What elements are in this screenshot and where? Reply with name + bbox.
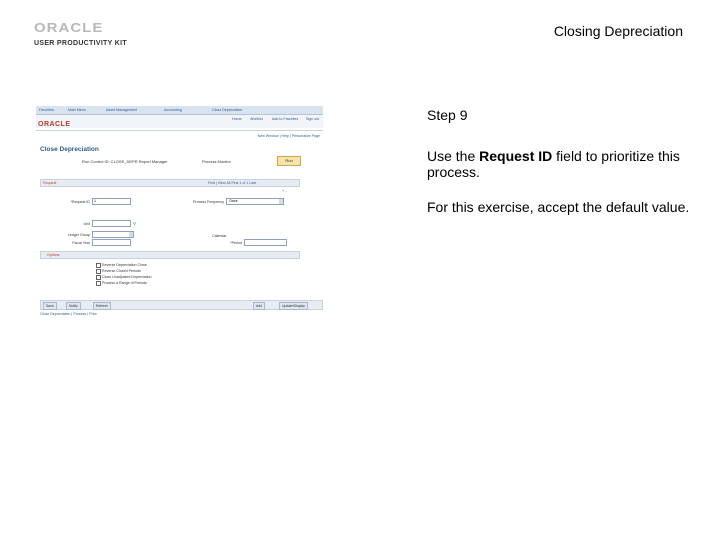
run-control-line: Run Control ID: CLOSE_DEPR Report Manage… — [82, 159, 168, 164]
close-unadjusted-checkbox[interactable] — [96, 275, 101, 280]
process-frequency-select[interactable]: Once — [226, 198, 284, 205]
close-unadjusted-label: Close Unadjusted Depreciation — [102, 275, 152, 279]
reverse-closed-periods-checkbox[interactable] — [96, 269, 101, 274]
nav-item-accounting[interactable]: Accounting — [164, 108, 182, 112]
run-button[interactable]: Run — [277, 156, 301, 166]
period-field[interactable] — [244, 239, 287, 246]
refresh-button[interactable]: Refresh — [93, 302, 111, 310]
range-of-periods-checkbox[interactable] — [96, 281, 101, 286]
calendar-label: Calendar — [212, 234, 227, 238]
nav-item-favorites[interactable]: Favorites — [39, 108, 54, 112]
sign-out-link[interactable]: Sign out — [306, 117, 319, 121]
instruction-paragraph-1: Use the Request ID field to prioritize t… — [427, 148, 697, 180]
process-monitor-link[interactable]: Process Monitor — [202, 159, 231, 164]
logo-wordmark: ORACLE — [34, 21, 104, 36]
reverse-closed-periods-label: Reverse Closed Periods — [102, 269, 141, 273]
grid-pager[interactable]: Find | View All First 1 of 1 Last — [208, 181, 256, 185]
options-section-bar: Options — [40, 251, 300, 259]
request-id-field[interactable]: 1 — [92, 198, 131, 205]
toolbar: Save Notify Refresh Add Update/Display — [40, 300, 323, 310]
unit-field[interactable] — [92, 220, 131, 227]
slide-title: Closing Depreciation — [553, 23, 683, 39]
home-link[interactable]: Home — [232, 117, 242, 121]
add-button[interactable]: Add — [253, 302, 266, 310]
process-frequency-value: Once — [229, 199, 238, 203]
add-delete-row-icons[interactable]: + - — [282, 188, 287, 193]
fiscal-year-label: Fiscal Year — [72, 241, 90, 245]
reverse-depr-close-label: Reverse Depreciation Close — [102, 263, 147, 267]
lookup-icon[interactable]: ⚲ — [133, 221, 136, 226]
options-section-label: Options — [47, 253, 60, 257]
instruction-paragraph-2: For this exercise, accept the default va… — [427, 199, 690, 215]
footer-links[interactable]: Close Depreciation | Process | Prior — [40, 312, 97, 316]
ledger-group-label: Ledger Group — [67, 233, 90, 237]
breadcrumb-nav: Favorites Main Menu Asset Management Acc… — [36, 106, 323, 115]
request-section-label: Request — [43, 181, 57, 185]
reverse-depr-close-checkbox[interactable] — [96, 263, 101, 268]
request-id-emphasis: Request ID — [479, 148, 553, 164]
save-button[interactable]: Save — [43, 302, 57, 310]
process-frequency-label: Process Frequency — [193, 200, 224, 204]
unit-label: Unit — [83, 222, 90, 226]
nav-item-main-menu[interactable]: Main Menu — [68, 108, 86, 112]
worklist-link[interactable]: Worklist — [250, 117, 263, 121]
oracle-upk-logo: ORACLE USER PRODUCTIVITY KIT — [34, 21, 127, 47]
request-section-bar: Request — [40, 179, 300, 187]
peoplesoft-screenshot: Favorites Main Menu Asset Management Acc… — [36, 106, 323, 318]
instruction-text-pre: Use the — [427, 148, 480, 164]
header-divider — [36, 130, 323, 131]
logo-subtitle: USER PRODUCTIVITY KIT — [34, 40, 127, 47]
fiscal-year-field[interactable] — [92, 239, 131, 246]
update-display-button[interactable]: Update/Display — [279, 302, 308, 310]
nav-item-close-depreciation[interactable]: Close Depreciation — [212, 108, 242, 112]
brand-logo: ORACLE — [38, 121, 71, 128]
request-id-label: *Request ID — [70, 200, 90, 204]
range-of-periods-label: Process a Range of Periods — [102, 281, 147, 285]
add-favorites-link[interactable]: Add to Favorites — [272, 117, 298, 121]
period-label: *Period — [230, 241, 242, 245]
step-heading: Step 9 — [427, 107, 468, 123]
new-window-links[interactable]: New Window | Help | Personalize Page — [258, 134, 320, 138]
page-title: Close Depreciation — [40, 146, 99, 153]
nav-item-asset-management[interactable]: Asset Management — [106, 108, 137, 112]
ledger-group-select[interactable] — [92, 231, 134, 238]
notify-button[interactable]: Notify — [66, 302, 81, 310]
